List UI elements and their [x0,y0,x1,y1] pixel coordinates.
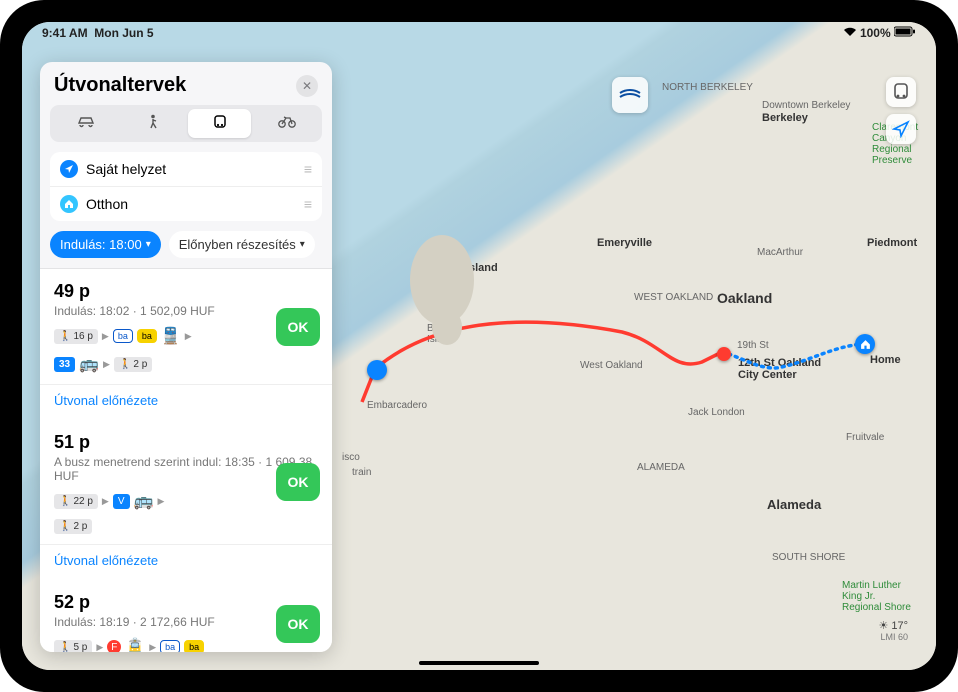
route-endpoints: Saját helyzet ≡ Otthon ≡ [50,152,322,221]
label-piedmont: Piedmont [867,237,917,249]
route-segments-2: 🚶 2 p [54,519,318,534]
label-jack-london: Jack London [688,407,745,418]
label-embarcadero: Embarcadero [367,400,427,411]
locate-me-button[interactable] [886,114,916,144]
transit-amtrak-badge[interactable] [612,77,648,113]
route-duration: 49 p [54,281,318,302]
route-results: 49 p Indulás: 18:02 · 1 502,09 HUF 🚶 16 … [40,268,332,652]
arrow-icon: ▶ [185,331,192,342]
label-home: Home [870,354,901,366]
bus-line-33: 33 [54,357,75,372]
label-berkeley: Berkeley [762,112,808,124]
label-alameda: Alameda [767,497,821,512]
label-yerba-buena: Yerba Buena Island [427,312,477,345]
home-icon [60,195,78,213]
close-button[interactable]: ✕ [296,75,318,97]
label-north-berkeley: NORTH BERKELEY [662,82,753,93]
walk-segment: 🚶 22 p [54,494,98,509]
transport-mode-segmented [50,105,322,142]
label-train: train [352,467,371,478]
go-button[interactable]: OK [276,605,320,643]
depart-time-chip[interactable]: Indulás: 18:00▾ [50,231,161,258]
bus-line-v: V [113,494,130,509]
arrow-icon: ▶ [102,496,109,507]
preview-route-link[interactable]: Útvonal előnézete [40,385,332,420]
label-treasure-island: Treasure Island [417,262,498,274]
chevron-down-icon: ▾ [300,239,305,250]
status-right: 100% [843,26,916,40]
mode-bike[interactable] [255,109,318,138]
route-card[interactable]: 49 p Indulás: 18:02 · 1 502,09 HUF 🚶 16 … [40,269,332,385]
arrow-icon: ▶ [149,642,156,653]
bus-icon: 🚌 [134,491,154,511]
label-fruitvale: Fruitvale [846,432,884,443]
from-label: Saját helyzet [86,161,166,177]
label-mlk: Martin Luther King Jr. Regional Shore [842,580,912,613]
go-button[interactable]: OK [276,308,320,346]
route-card[interactable]: 52 p Indulás: 18:19 · 2 172,66 HUF 🚶 5 p… [40,580,332,652]
label-oakland: Oakland [717,290,772,306]
walk-segment: 🚶 2 p [114,357,152,372]
label-emeryville: Emeryville [597,237,652,249]
label-12th: 12th St Oakland City Center [738,357,828,381]
status-time: 9:41 AM Mon Jun 5 [42,26,154,40]
muni-line-f: F [107,640,121,652]
go-button[interactable]: OK [276,463,320,501]
preferences-chip[interactable]: Előnyben részesítés▾ [169,231,315,258]
label-west-oakland-caps: WEST OAKLAND [634,292,713,303]
bus-icon: 🚌 [79,354,99,374]
mode-transit[interactable] [188,109,251,138]
train-icon: 🚆 [161,326,181,346]
walk-segment: 🚶 16 p [54,329,98,344]
walk-segment: 🚶 2 p [54,519,92,534]
arrow-icon: ▶ [103,359,110,370]
location-arrow-icon [60,160,78,178]
arrow-icon: ▶ [157,496,164,507]
route-segments-2: 33 🚌 ▶ 🚶 2 p [54,354,318,374]
reorder-handle-icon[interactable]: ≡ [304,196,312,212]
route-card[interactable]: 51 p A busz menetrend szerint indul: 18:… [40,420,332,545]
label-west-oakland: West Oakland [580,360,643,371]
mode-walk[interactable] [121,109,184,138]
label-alameda-city: ALAMEDA [637,462,685,473]
pin-transfer[interactable] [717,347,731,361]
preview-route-link[interactable]: Útvonal előnézete [40,545,332,580]
pin-origin[interactable] [367,360,387,380]
directions-panel: Útvonaltervek ✕ Saját helyzet ≡ Otthon [40,62,332,652]
bart-yellow-icon: ba [184,640,204,652]
arrow-icon: ▶ [96,642,103,653]
walk-segment: 🚶 5 p [54,640,92,653]
home-indicator[interactable] [419,661,539,665]
bart-icon: ba [113,329,133,343]
to-row[interactable]: Otthon ≡ [50,187,322,221]
arrow-icon: ▶ [102,331,109,342]
reorder-handle-icon[interactable]: ≡ [304,161,312,177]
from-row[interactable]: Saját helyzet ≡ [50,152,322,187]
panel-title: Útvonaltervek [54,74,186,97]
pin-home[interactable] [855,334,875,354]
label-isco: isco [342,452,360,463]
status-bar: 9:41 AM Mon Jun 5 100% [22,22,936,44]
bart-yellow-icon: ba [137,329,157,343]
transit-filter-button[interactable] [886,77,916,107]
tram-icon: 🚊 [125,637,145,652]
label-south-shore: SOUTH SHORE [772,552,845,563]
bart-icon: ba [160,640,180,652]
label-macarthur: MacArthur [757,247,803,258]
to-label: Otthon [86,196,128,212]
label-19th: 19th St [737,340,769,351]
route-duration: 51 p [54,432,318,453]
chevron-down-icon: ▾ [146,239,151,250]
label-downtown-berkeley: Downtown Berkeley [762,100,850,111]
weather-widget[interactable]: ☀ 17° LMI 60 [878,619,908,642]
mode-car[interactable] [54,109,117,138]
